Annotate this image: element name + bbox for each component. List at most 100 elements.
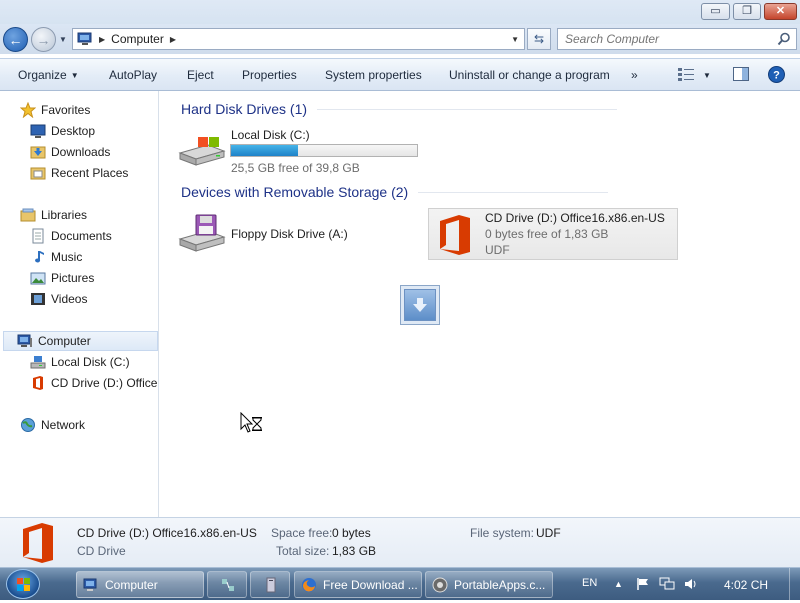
language-indicator[interactable]: EN	[582, 577, 597, 589]
taskbar-network-app[interactable]	[207, 571, 247, 598]
hard-disk-icon	[30, 354, 46, 370]
nav-recent-places[interactable]: Recent Places	[30, 163, 128, 183]
total-size-label: Total size:	[276, 544, 330, 558]
change-view-icon[interactable]	[678, 67, 694, 84]
taskbar-portableapps[interactable]: PortableApps.c...	[425, 571, 553, 598]
nav-music[interactable]: Music	[30, 247, 82, 267]
cd-drive-item[interactable]: CD Drive (D:) Office16.x86.en-US 0 bytes…	[428, 208, 678, 260]
breadcrumb-chevron-icon[interactable]: ▶	[99, 35, 105, 44]
server-app-icon	[263, 577, 279, 593]
hard-disk-icon	[178, 135, 226, 170]
nav-cd-drive-label: CD Drive (D:) Office16.x86.en-US	[51, 376, 158, 390]
nav-documents[interactable]: Documents	[30, 226, 112, 246]
nav-favorites-label: Favorites	[41, 103, 91, 117]
star-icon	[19, 101, 37, 119]
minimize-button[interactable]: ▭	[701, 3, 730, 20]
nav-videos[interactable]: Videos	[30, 289, 87, 309]
breadcrumb-chevron-icon[interactable]: ▶	[170, 35, 176, 44]
clock[interactable]: 4:02 CH	[724, 578, 768, 592]
address-history-dropdown[interactable]: ▼	[511, 35, 519, 44]
office-logo-icon	[437, 214, 473, 259]
show-hidden-icons-icon[interactable]: ▲	[614, 579, 623, 589]
refresh-button[interactable]: ⇆	[527, 28, 551, 50]
volume-icon[interactable]	[684, 577, 700, 594]
nav-network[interactable]: Network	[20, 415, 85, 435]
organize-button[interactable]: Organize ▼	[18, 68, 79, 82]
desktop-icon	[30, 123, 46, 139]
nav-cd-drive[interactable]: CD Drive (D:) Office16.x86.en-US	[30, 373, 158, 393]
taskbar-computer-label: Computer	[105, 577, 158, 592]
view-options-dropdown[interactable]: ▼	[703, 71, 711, 80]
cd-drive-file-system: UDF	[485, 243, 510, 257]
nav-documents-label: Documents	[51, 229, 112, 243]
more-commands-button[interactable]: »	[631, 68, 638, 82]
nav-libraries[interactable]: Libraries	[20, 205, 87, 225]
videos-icon	[30, 291, 46, 307]
space-free-label: Space free:	[271, 526, 333, 540]
nav-pictures-label: Pictures	[51, 271, 95, 285]
search-box[interactable]	[557, 28, 797, 50]
nav-local-disk[interactable]: Local Disk (C:)	[30, 352, 130, 372]
taskbar-firefox-label: Free Download ...	[323, 577, 418, 592]
nav-pictures[interactable]: Pictures	[30, 268, 94, 288]
nav-network-label: Network	[41, 418, 86, 432]
nav-desktop-label: Desktop	[51, 124, 96, 138]
nav-downloads[interactable]: Downloads	[30, 142, 110, 162]
group-header-hard-disk-drives[interactable]: Hard Disk Drives (1)	[181, 101, 618, 117]
properties-button[interactable]: Properties	[242, 68, 297, 82]
taskbar-app-2[interactable]	[250, 571, 290, 598]
local-disk-item[interactable]: Local Disk (C:) 25,5 GB free of 39,8 GB	[178, 127, 428, 175]
nav-favorites[interactable]: Favorites	[19, 100, 91, 120]
details-pane: CD Drive (D:) Office16.x86.en-US CD Driv…	[0, 517, 800, 567]
search-icon[interactable]	[777, 32, 791, 46]
nav-videos-label: Videos	[51, 292, 88, 306]
group-header-removable-storage[interactable]: Devices with Removable Storage (2)	[181, 184, 609, 200]
back-button[interactable]: ←	[3, 27, 28, 52]
local-disk-free-space: 25,5 GB free of 39,8 GB	[231, 161, 360, 175]
recent-pages-dropdown[interactable]: ▼	[59, 35, 67, 44]
taskbar: Computer Free Download ... PortableApps.…	[0, 567, 800, 601]
network-app-icon	[220, 577, 236, 593]
taskbar-firefox[interactable]: Free Download ...	[294, 571, 422, 598]
taskbar-computer[interactable]: Computer	[76, 571, 204, 598]
cd-drive-name: CD Drive (D:) Office16.x86.en-US	[485, 211, 665, 225]
system-properties-button[interactable]: System properties	[325, 68, 422, 82]
drag-drop-icon[interactable]	[400, 285, 440, 325]
details-drive-name: CD Drive (D:) Office16.x86.en-US	[77, 526, 257, 540]
local-disk-capacity-bar	[230, 144, 418, 157]
space-free-value: 0 bytes	[332, 526, 371, 540]
show-desktop-button[interactable]	[789, 568, 800, 601]
start-button[interactable]	[6, 569, 40, 599]
help-icon[interactable]: ?	[768, 66, 785, 86]
group-divider	[317, 108, 618, 110]
preview-pane-icon[interactable]	[733, 67, 749, 84]
busy-cursor-icon	[240, 411, 266, 437]
navigation-pane: Favorites Desktop Downloads Recent Place…	[0, 91, 159, 517]
file-system-label: File system:	[470, 526, 535, 540]
maximize-button[interactable]: ❐	[733, 3, 761, 20]
forward-button[interactable]: →	[31, 27, 56, 52]
content-pane: Hard Disk Drives (1) Local Disk (C:) 25,…	[160, 91, 800, 517]
autoplay-button[interactable]: AutoPlay	[109, 68, 157, 82]
nav-computer[interactable]: Computer	[3, 331, 158, 351]
action-center-flag-icon[interactable]	[636, 577, 650, 594]
nav-desktop[interactable]: Desktop	[30, 121, 95, 141]
network-status-icon[interactable]	[659, 577, 675, 594]
eject-button[interactable]: Eject	[187, 68, 214, 82]
libraries-icon	[20, 207, 36, 223]
recent-places-icon	[30, 165, 46, 181]
local-disk-name: Local Disk (C:)	[231, 128, 310, 142]
chevron-down-icon: ▼	[70, 71, 79, 80]
floppy-drive-item[interactable]: Floppy Disk Drive (A:)	[178, 211, 408, 255]
close-button[interactable]: ✕	[764, 3, 797, 20]
firefox-icon	[301, 577, 317, 593]
network-icon	[20, 417, 36, 433]
nav-downloads-label: Downloads	[51, 145, 111, 159]
breadcrumb-computer[interactable]: Computer	[111, 32, 164, 46]
address-bar[interactable]: ▶ Computer ▶ ▼	[72, 28, 525, 50]
nav-music-label: Music	[51, 250, 83, 264]
uninstall-program-button[interactable]: Uninstall or change a program	[449, 68, 610, 82]
search-input[interactable]	[565, 32, 775, 46]
computer-icon	[17, 333, 33, 349]
nav-computer-label: Computer	[38, 334, 91, 348]
